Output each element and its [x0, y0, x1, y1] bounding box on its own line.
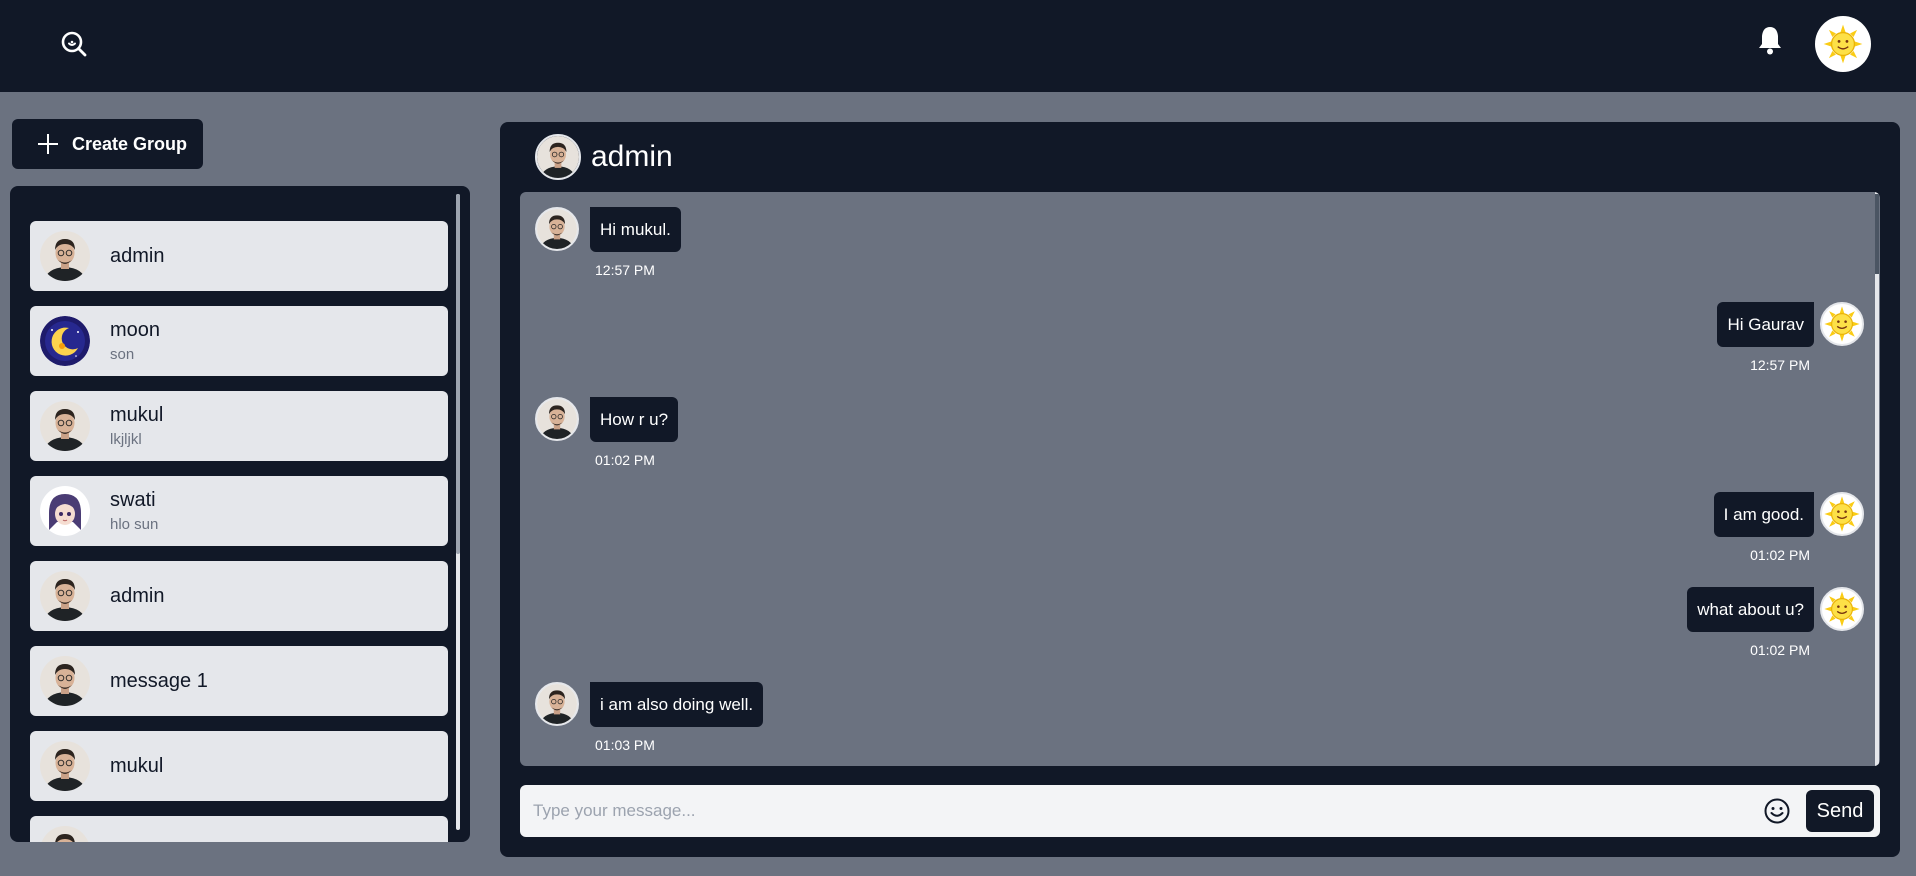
message-bubble: Hi Gaurav: [1717, 302, 1814, 347]
bell-icon[interactable]: [1756, 24, 1784, 56]
message: How r u? 01:02 PM: [520, 397, 1880, 477]
chat-list-panel: admin moon son mukul lkjljkl swati hlo s…: [10, 186, 470, 842]
avatar: [40, 401, 90, 451]
message-input[interactable]: [520, 785, 1720, 837]
avatar: [40, 741, 90, 791]
avatar: [535, 207, 579, 251]
message-time: 01:02 PM: [1750, 547, 1810, 563]
chat-name: swati: [110, 489, 156, 511]
chat-name: mukul: [110, 754, 164, 777]
message: I am good. 01:02 PM: [520, 492, 1880, 572]
avatar: [535, 397, 579, 441]
chat-list: admin moon son mukul lkjljkl swati hlo s…: [30, 221, 448, 842]
chat-item[interactable]: admin: [30, 561, 448, 631]
avatar: [535, 134, 581, 180]
message-bubble: i am also doing well.: [590, 682, 764, 727]
send-button[interactable]: Send: [1806, 790, 1874, 832]
message-bubble: Hi mukul.: [590, 207, 681, 252]
avatar: [535, 682, 579, 726]
chat-item[interactable]: mukul lkjljkl: [30, 391, 448, 461]
avatar: [40, 231, 90, 281]
user-avatar[interactable]: [1815, 16, 1871, 72]
chat-title: admin: [591, 140, 673, 173]
chat-name: admin: [110, 584, 165, 607]
message-composer: Send: [520, 785, 1880, 837]
search-icon[interactable]: [58, 28, 90, 60]
message-time: 12:57 PM: [1750, 357, 1810, 373]
avatar: [40, 571, 90, 621]
chat-panel: admin Hi mukul. 12:57 PM Hi Gaurav 12:57…: [500, 122, 1900, 857]
avatar: [40, 826, 90, 842]
chat-last-message: hlo sun: [110, 516, 159, 533]
message: i am also doing well. 01:03 PM: [520, 682, 1880, 762]
chat-item[interactable]: admin: [30, 221, 448, 291]
message-bubble: I am good.: [1713, 492, 1814, 537]
plus-icon: [38, 134, 58, 154]
top-navbar: [0, 0, 1916, 92]
message-time: 01:02 PM: [1750, 642, 1810, 658]
message-bubble: what about u?: [1687, 587, 1814, 632]
chat-header: admin: [535, 134, 673, 180]
chat-item[interactable]: [30, 816, 448, 842]
message-time: 01:02 PM: [595, 452, 655, 468]
chat-item[interactable]: swati hlo sun: [30, 476, 448, 546]
chat-item[interactable]: message 1: [30, 646, 448, 716]
avatar: [1820, 492, 1864, 536]
chat-name: admin: [110, 244, 165, 267]
message-bubble: How r u?: [590, 397, 679, 442]
create-group-label: Create Group: [72, 133, 188, 154]
chat-item[interactable]: mukul: [30, 731, 448, 801]
avatar: [1820, 302, 1864, 346]
avatar: [40, 656, 90, 706]
message-time: 12:57 PM: [595, 262, 655, 278]
chat-item[interactable]: moon son: [30, 306, 448, 376]
avatar: [40, 486, 90, 536]
emoji-icon[interactable]: [1763, 797, 1791, 825]
message: Hi Gaurav 12:57 PM: [520, 302, 1880, 382]
avatar: [40, 316, 90, 366]
chat-last-message: lkjljkl: [110, 431, 142, 448]
scrollbar-thumb[interactable]: [456, 194, 460, 554]
chat-name: mukul: [110, 404, 164, 426]
chat-name: message 1: [110, 669, 208, 692]
chat-last-message: son: [110, 346, 135, 363]
chat-name: moon: [110, 319, 161, 341]
message: what about u? 01:02 PM: [520, 587, 1880, 667]
message: Hi mukul. 12:57 PM: [520, 207, 1880, 287]
message-area: Hi mukul. 12:57 PM Hi Gaurav 12:57 PM Ho…: [520, 192, 1880, 766]
message-time: 01:03 PM: [595, 737, 655, 753]
avatar: [1820, 587, 1864, 631]
create-group-button[interactable]: Create Group: [12, 119, 203, 169]
